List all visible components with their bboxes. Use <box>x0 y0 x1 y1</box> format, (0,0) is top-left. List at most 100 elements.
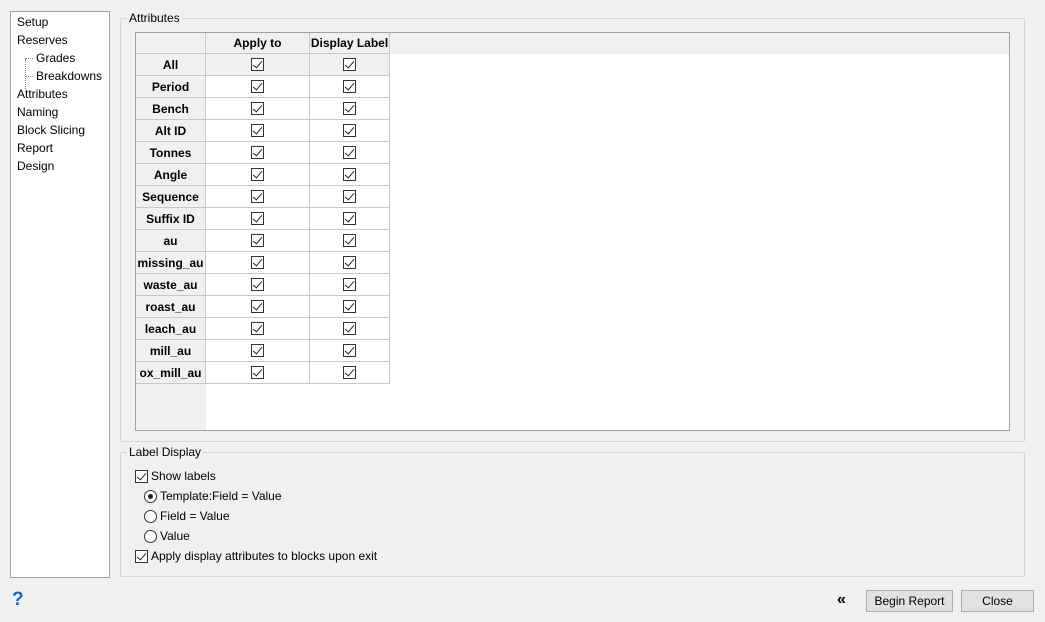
checkbox-box[interactable] <box>343 344 356 357</box>
attributes-grid[interactable]: Apply to Display Label All Period Bench Alt… <box>135 32 1010 431</box>
checkbox-box[interactable] <box>343 80 356 93</box>
radio-template-field-value[interactable]: Template:Field = Value <box>144 488 282 504</box>
collapse-panel-icon[interactable]: « <box>837 591 846 609</box>
help-icon[interactable]: ? <box>12 590 24 610</box>
row-header[interactable]: au <box>136 230 206 252</box>
nav-item-block-slicing[interactable]: Block Slicing <box>11 121 109 139</box>
nav-item-reserves[interactable]: Reserves <box>11 31 109 49</box>
checkbox-box[interactable] <box>343 256 356 269</box>
nav-item-setup[interactable]: Setup <box>11 13 109 31</box>
display-label-cell[interactable] <box>310 340 390 362</box>
row-header[interactable]: roast_au <box>136 296 206 318</box>
row-header[interactable]: leach_au <box>136 318 206 340</box>
nav-item-report[interactable]: Report <box>11 139 109 157</box>
row-header[interactable]: Angle <box>136 164 206 186</box>
apply-to-cell[interactable] <box>206 76 310 98</box>
display-label-cell[interactable] <box>310 76 390 98</box>
apply-to-cell[interactable] <box>206 252 310 274</box>
radio-button[interactable] <box>144 489 157 503</box>
nav-item-design[interactable]: Design <box>11 157 109 175</box>
display-label-cell[interactable] <box>310 164 390 186</box>
checkbox-box[interactable] <box>251 190 264 203</box>
display-label-cell[interactable] <box>310 208 390 230</box>
checkbox-box[interactable] <box>251 124 264 137</box>
radio-button[interactable] <box>144 529 157 543</box>
radio-button[interactable] <box>144 509 157 523</box>
checkbox-box[interactable] <box>135 549 148 563</box>
nav-item-breakdowns[interactable]: Breakdowns <box>11 67 109 85</box>
checkbox-box[interactable] <box>251 344 264 357</box>
nav-item-attributes[interactable]: Attributes <box>11 85 109 103</box>
apply-to-cell[interactable] <box>206 54 310 76</box>
checkbox-box[interactable] <box>343 300 356 313</box>
display-label-cell[interactable] <box>310 186 390 208</box>
display-label-cell[interactable] <box>310 142 390 164</box>
checkbox-box[interactable] <box>343 278 356 291</box>
display-label-cell[interactable] <box>310 362 390 384</box>
display-label-cell[interactable] <box>310 318 390 340</box>
checkbox-box[interactable] <box>135 469 148 483</box>
column-header-display-label[interactable]: Display Label <box>310 33 390 54</box>
display-label-cell[interactable] <box>310 296 390 318</box>
checkbox-box[interactable] <box>251 58 264 71</box>
begin-report-button[interactable]: Begin Report <box>866 590 953 612</box>
checkbox-box[interactable] <box>343 322 356 335</box>
row-header[interactable]: Sequence <box>136 186 206 208</box>
display-label-cell[interactable] <box>310 54 390 76</box>
apply-to-cell[interactable] <box>206 142 310 164</box>
apply-to-cell[interactable] <box>206 274 310 296</box>
apply-to-cell[interactable] <box>206 340 310 362</box>
checkbox-box[interactable] <box>343 168 356 181</box>
row-header[interactable]: All <box>136 54 206 76</box>
apply-to-cell[interactable] <box>206 296 310 318</box>
checkbox-box[interactable] <box>343 212 356 225</box>
display-label-cell[interactable] <box>310 274 390 296</box>
column-header-apply-to[interactable]: Apply to <box>206 33 310 54</box>
checkbox-box[interactable] <box>251 212 264 225</box>
apply-to-cell[interactable] <box>206 186 310 208</box>
row-header[interactable]: Suffix ID <box>136 208 206 230</box>
checkbox-box[interactable] <box>343 124 356 137</box>
display-label-cell[interactable] <box>310 252 390 274</box>
checkbox-box[interactable] <box>251 146 264 159</box>
row-header[interactable]: missing_au <box>136 252 206 274</box>
nav-item-grades[interactable]: Grades <box>11 49 109 67</box>
checkbox-box[interactable] <box>343 366 356 379</box>
display-label-cell[interactable] <box>310 120 390 142</box>
apply-to-cell[interactable] <box>206 120 310 142</box>
radio-field-value[interactable]: Field = Value <box>144 508 230 524</box>
nav-item-naming[interactable]: Naming <box>11 103 109 121</box>
apply-to-cell[interactable] <box>206 318 310 340</box>
checkbox-box[interactable] <box>251 80 264 93</box>
checkbox-box[interactable] <box>343 102 356 115</box>
row-header[interactable]: Bench <box>136 98 206 120</box>
display-label-cell[interactable] <box>310 230 390 252</box>
display-label-cell[interactable] <box>310 98 390 120</box>
row-header[interactable]: Tonnes <box>136 142 206 164</box>
row-header[interactable]: mill_au <box>136 340 206 362</box>
checkbox-box[interactable] <box>251 278 264 291</box>
checkbox-box[interactable] <box>343 146 356 159</box>
radio-value[interactable]: Value <box>144 528 190 544</box>
checkbox-box[interactable] <box>251 256 264 269</box>
checkbox-box[interactable] <box>251 366 264 379</box>
row-header[interactable]: Period <box>136 76 206 98</box>
checkbox-box[interactable] <box>343 190 356 203</box>
checkbox-box[interactable] <box>251 234 264 247</box>
apply-on-exit-checkbox[interactable]: Apply display attributes to blocks upon … <box>135 548 377 564</box>
show-labels-checkbox[interactable]: Show labels <box>135 468 216 484</box>
checkbox-box[interactable] <box>343 234 356 247</box>
checkbox-box[interactable] <box>251 102 264 115</box>
checkbox-box[interactable] <box>251 168 264 181</box>
row-header[interactable]: ox_mill_au <box>136 362 206 384</box>
row-header[interactable]: waste_au <box>136 274 206 296</box>
close-button[interactable]: Close <box>961 590 1034 612</box>
checkbox-box[interactable] <box>343 58 356 71</box>
apply-to-cell[interactable] <box>206 208 310 230</box>
apply-to-cell[interactable] <box>206 362 310 384</box>
checkbox-box[interactable] <box>251 300 264 313</box>
checkbox-box[interactable] <box>251 322 264 335</box>
apply-to-cell[interactable] <box>206 98 310 120</box>
apply-to-cell[interactable] <box>206 230 310 252</box>
row-header[interactable]: Alt ID <box>136 120 206 142</box>
